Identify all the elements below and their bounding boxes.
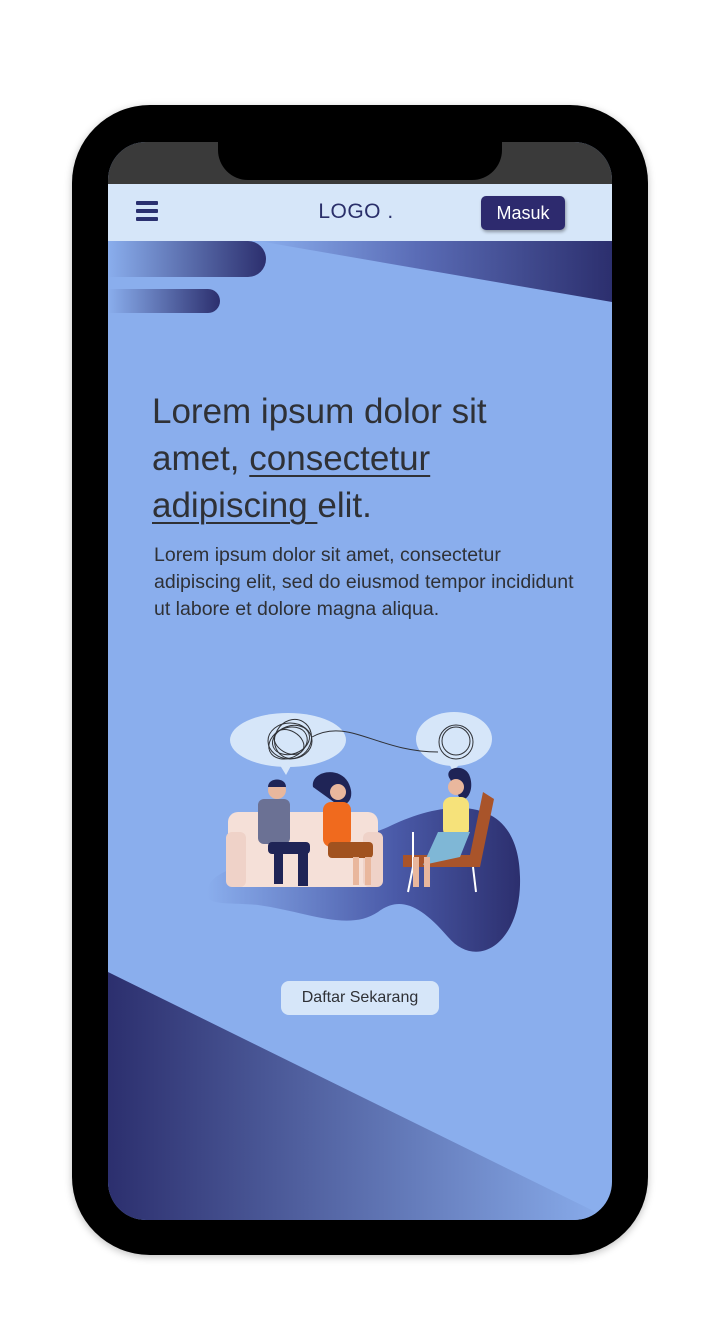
top-left-bar-1 — [108, 241, 266, 277]
hero-headline: Lorem ipsum dolor sit amet, consectetur … — [152, 388, 572, 529]
top-right-stripe — [258, 241, 612, 302]
logo[interactable]: LOGO . — [296, 200, 416, 224]
phone-screen: LOGO . Masuk Lorem ipsum dolor sit amet,… — [108, 142, 612, 1220]
background-decorations — [108, 241, 612, 1220]
hero-subtext: Lorem ipsum dolor sit amet, consectetur … — [154, 544, 574, 620]
thought-bubble-right — [416, 712, 492, 766]
register-button[interactable]: Daftar Sekarang — [281, 981, 439, 1015]
status-bar — [108, 142, 612, 184]
headline-text-end: elit. — [317, 486, 372, 525]
top-left-bar-2 — [108, 289, 220, 313]
login-button[interactable]: Masuk — [481, 196, 565, 230]
counseling-illustration — [206, 712, 521, 952]
top-navbar: LOGO . Masuk — [108, 184, 612, 241]
menu-icon[interactable] — [136, 201, 158, 223]
mockup-stage: LOGO . Masuk Lorem ipsum dolor sit amet,… — [0, 0, 720, 1333]
phone-notch — [218, 142, 502, 180]
